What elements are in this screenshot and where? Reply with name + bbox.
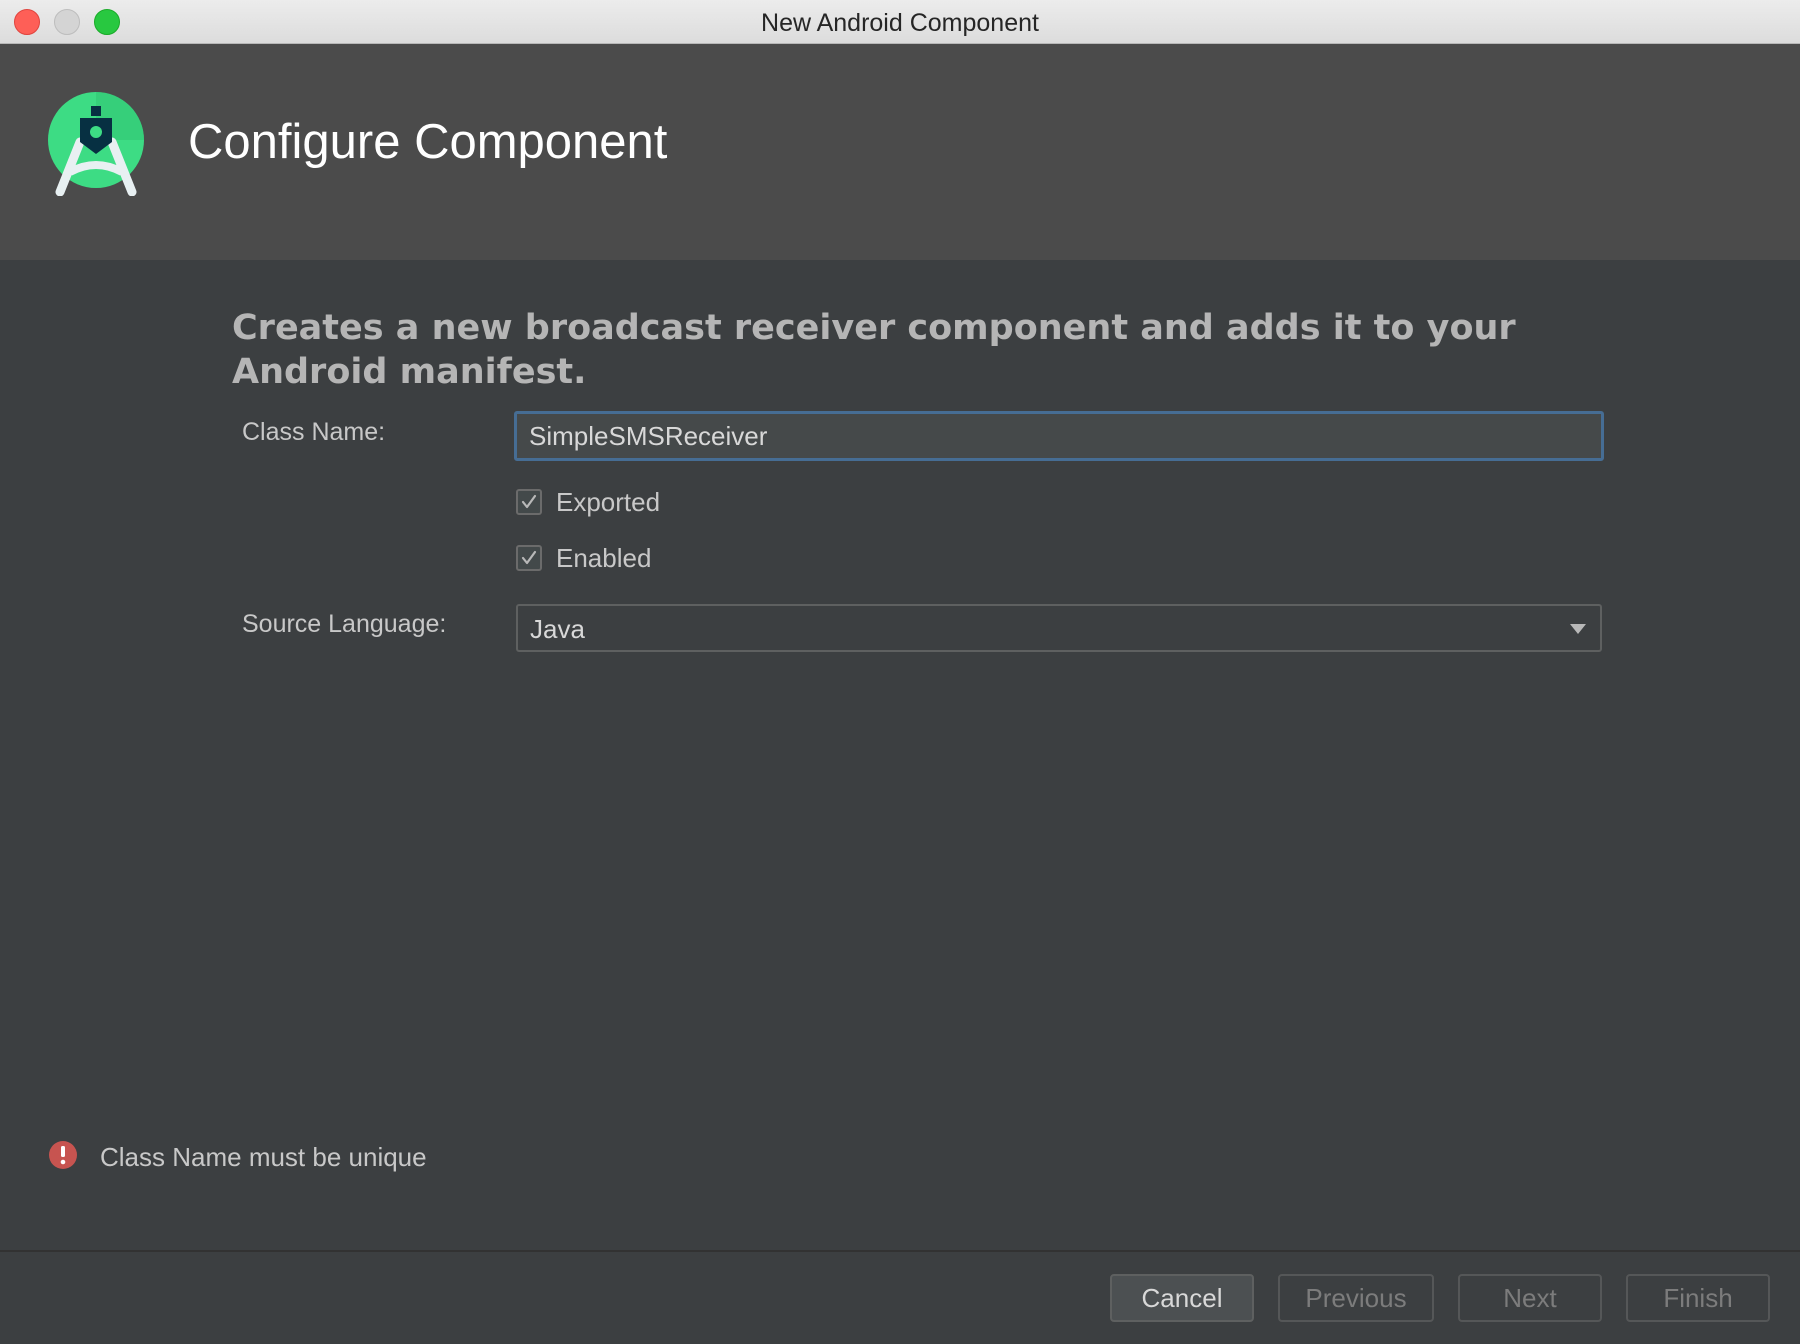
chevron-down-icon [1570, 624, 1586, 634]
page-title: Configure Component [188, 115, 668, 169]
source-language-select[interactable]: Java [516, 604, 1602, 652]
error-icon [49, 1141, 77, 1169]
next-button[interactable]: Next [1458, 1274, 1602, 1322]
enabled-checkbox[interactable] [516, 545, 542, 571]
enabled-checkbox-row[interactable]: Enabled [516, 543, 651, 573]
source-language-value: Java [530, 614, 585, 644]
dialog-window: New Android Component Configure Componen… [0, 0, 1800, 1344]
android-studio-logo-icon [46, 90, 146, 197]
checkmark-icon [521, 494, 537, 509]
previous-button[interactable]: Previous [1278, 1274, 1434, 1322]
footer-divider [0, 1250, 1800, 1252]
checkmark-icon [521, 550, 537, 565]
title-bar[interactable]: New Android Component [0, 0, 1800, 44]
class-name-label: Class Name: [242, 418, 386, 446]
window-title: New Android Component [761, 9, 1039, 37]
exported-checkbox[interactable] [516, 489, 542, 515]
component-description: Creates a new broadcast receiver compone… [232, 308, 1516, 392]
cancel-button[interactable]: Cancel [1110, 1274, 1254, 1322]
wizard-header: Configure Component [0, 44, 1800, 260]
validation-message: Class Name must be unique [100, 1142, 427, 1172]
exported-label[interactable]: Exported [556, 487, 660, 518]
enabled-label[interactable]: Enabled [556, 543, 651, 574]
finish-button[interactable]: Finish [1626, 1274, 1770, 1322]
exported-checkbox-row[interactable]: Exported [516, 487, 660, 517]
source-language-label: Source Language: [242, 610, 447, 638]
class-name-input[interactable] [514, 411, 1604, 461]
